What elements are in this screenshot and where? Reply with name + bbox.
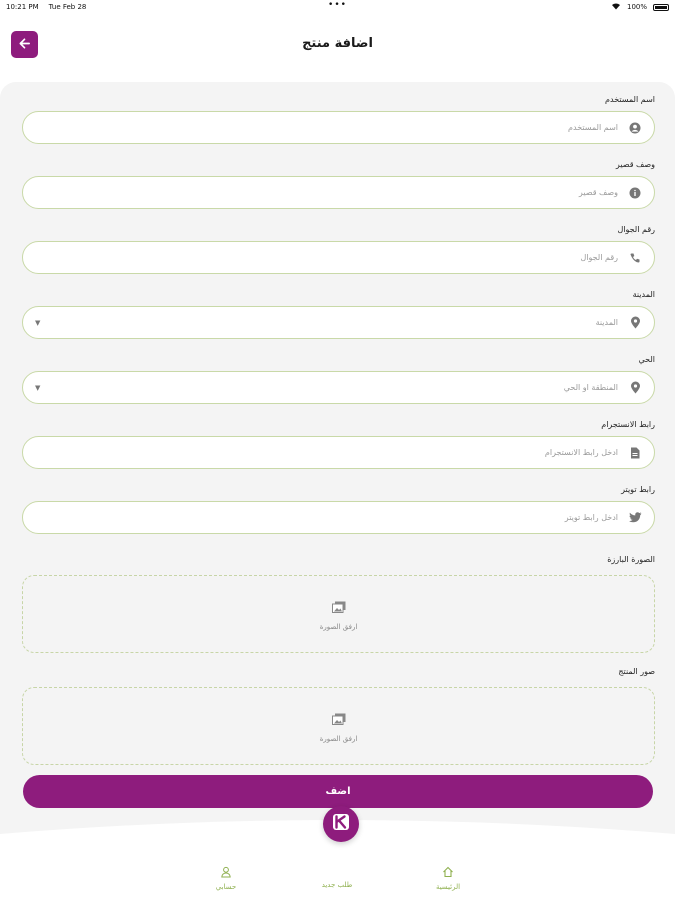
phone-placeholder: رقم الجوال [580, 253, 618, 262]
status-bar: 10:21 PM Tue Feb 28 ••• 100% [0, 0, 675, 14]
image-gallery-icon [331, 598, 346, 617]
username-placeholder: اسم المستخدم [568, 123, 618, 132]
nav-account[interactable]: حسابي [196, 866, 256, 891]
instagram-label: رابط الانستجرام [601, 420, 655, 429]
k-logo-icon [332, 813, 350, 835]
city-placeholder: المدينة [595, 318, 618, 327]
multitask-dots: ••• [328, 0, 347, 10]
twitter-icon [628, 511, 642, 525]
location-icon [628, 316, 642, 330]
twitter-label: رابط تويتر [621, 485, 655, 494]
page-title: اضافة منتج [302, 36, 373, 51]
dropdown-caret-icon: ▼ [35, 383, 41, 392]
document-icon [628, 446, 642, 460]
featured-image-label: الصورة البارزة [607, 555, 655, 564]
nav-new-order[interactable]: طلب جديد [307, 866, 367, 889]
district-select[interactable]: المنطقة او الحي ▼ [22, 371, 655, 404]
username-field[interactable]: اسم المستخدم [22, 111, 655, 144]
phone-icon [628, 251, 642, 265]
twitter-field[interactable]: ادخل رابط تويتر [22, 501, 655, 534]
product-images-upload[interactable]: ارفق الصورة [22, 687, 655, 765]
short-description-field[interactable]: وصف قصير [22, 176, 655, 209]
attach-image-label: ارفق الصورة [319, 734, 358, 743]
short-description-label: وصف قصير [615, 160, 655, 169]
featured-image-upload[interactable]: ارفق الصورة [22, 575, 655, 653]
user-outline-icon [220, 866, 232, 880]
district-label: الحي [638, 355, 656, 364]
battery-icon [653, 3, 669, 11]
instagram-placeholder: ادخل رابط الانستجرام [544, 448, 618, 457]
nav-home[interactable]: الرئيسية [418, 866, 478, 891]
product-images-label: صور المنتج [618, 667, 655, 676]
location-icon [628, 381, 642, 395]
phone-label: رقم الجوال [617, 225, 655, 234]
twitter-placeholder: ادخل رابط تويتر [564, 513, 618, 522]
app-header: اضافة منتج [0, 28, 675, 62]
nav-new-order-label: طلب جديد [321, 881, 353, 889]
city-select[interactable]: المدينة ▼ [22, 306, 655, 339]
info-icon [628, 186, 642, 200]
district-placeholder: المنطقة او الحي [563, 383, 618, 392]
user-icon [628, 121, 642, 135]
nav-account-label: حسابي [215, 883, 237, 891]
username-label: اسم المستخدم [605, 95, 655, 104]
home-icon [442, 866, 454, 880]
instagram-field[interactable]: ادخل رابط الانستجرام [22, 436, 655, 469]
dropdown-caret-icon: ▼ [35, 318, 41, 327]
attach-image-label: ارفق الصورة [319, 622, 358, 631]
phone-field[interactable]: رقم الجوال [22, 241, 655, 274]
short-description-placeholder: وصف قصير [578, 188, 618, 197]
logo-fab-button[interactable] [323, 806, 359, 842]
add-button[interactable]: اضف [23, 775, 653, 808]
city-label: المدينة [632, 290, 655, 299]
nav-home-label: الرئيسية [435, 883, 461, 891]
image-gallery-icon [331, 710, 346, 729]
